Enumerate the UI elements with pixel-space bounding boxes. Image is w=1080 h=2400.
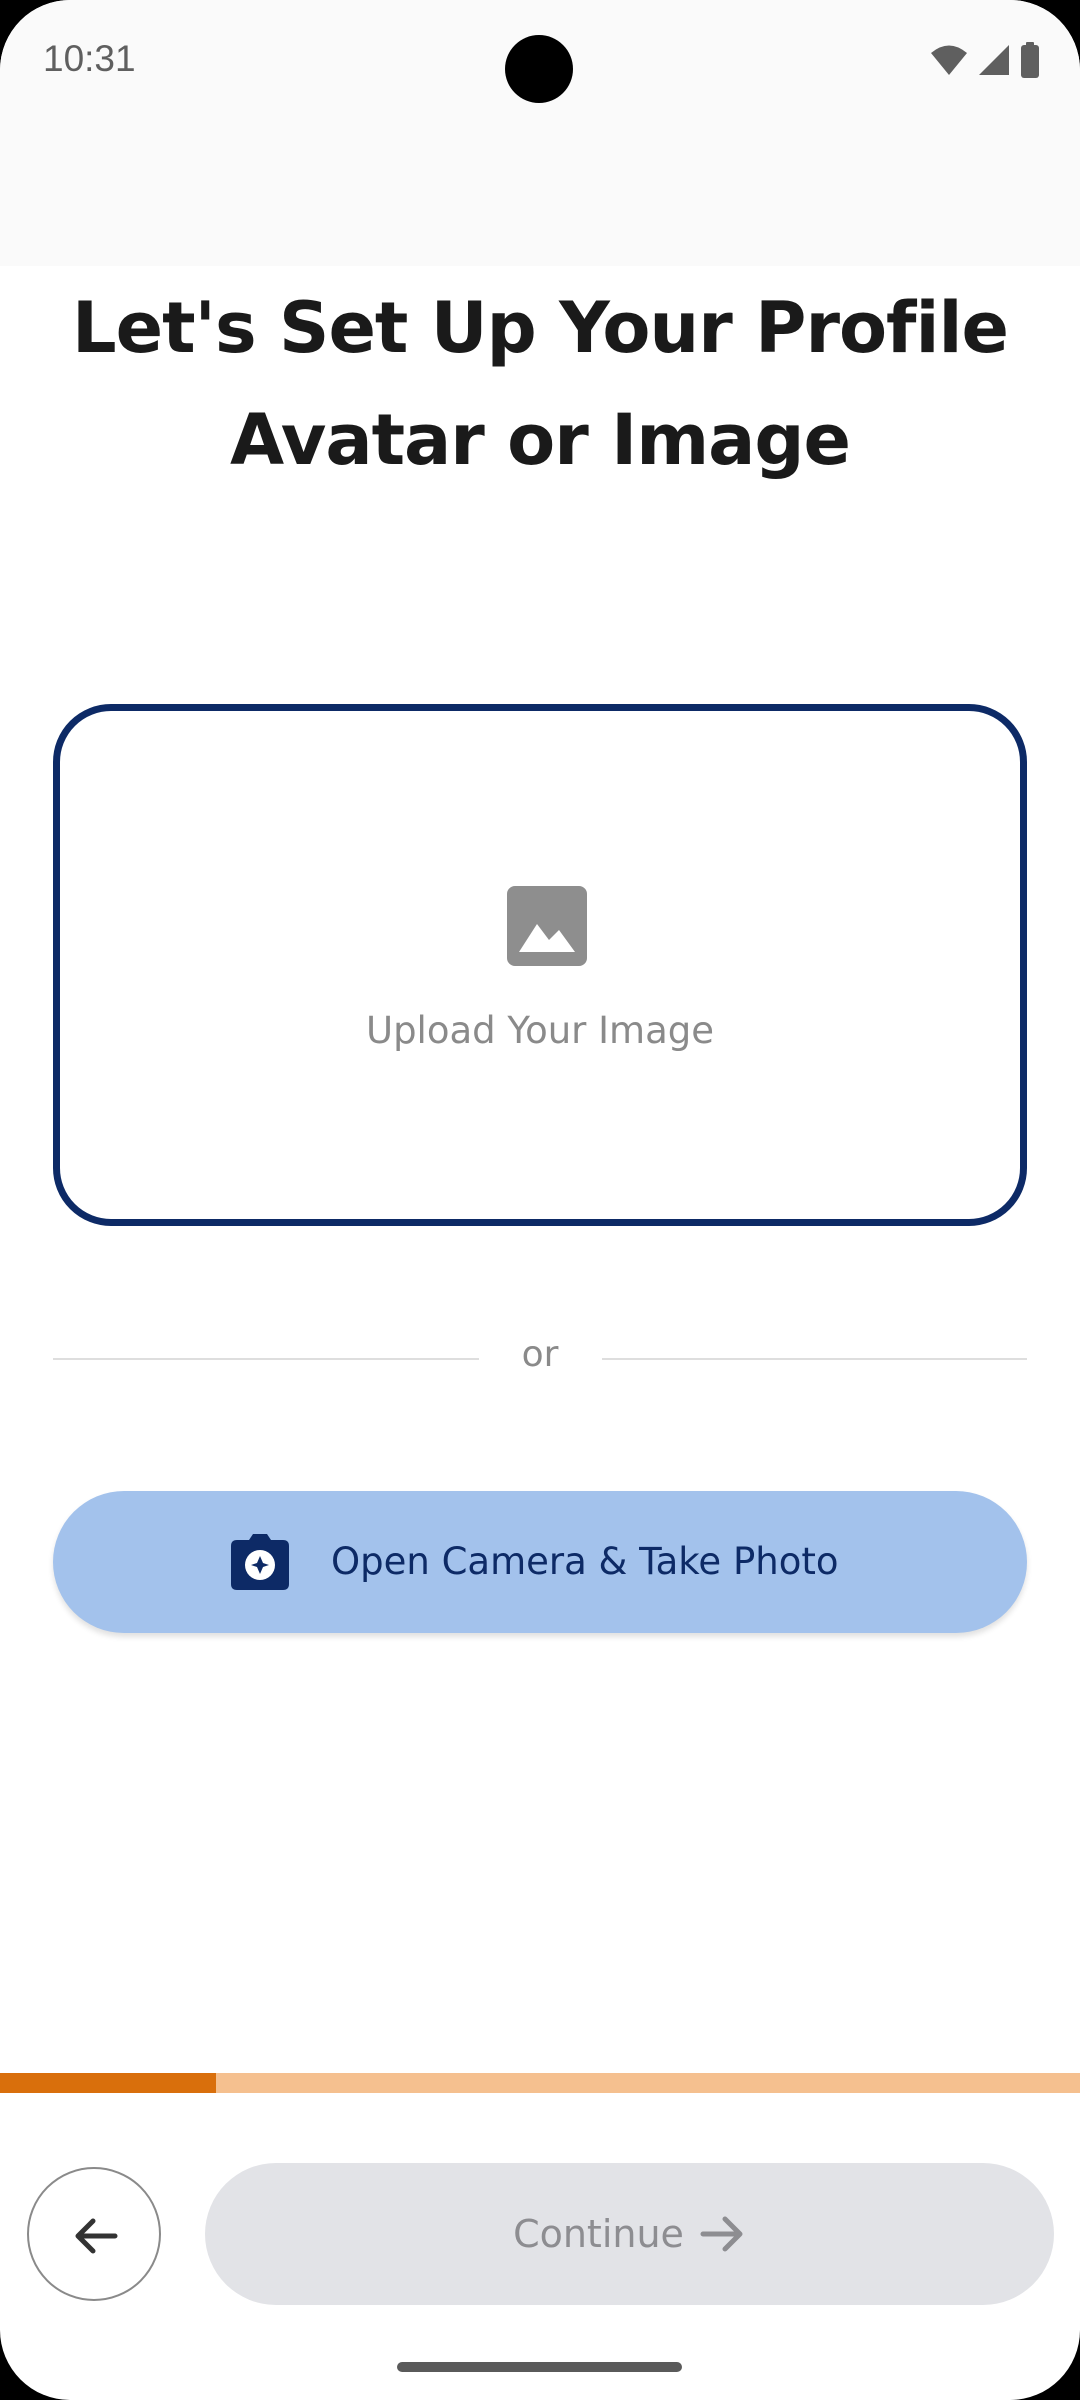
wifi-icon — [930, 44, 968, 76]
arrow-left-icon — [75, 2218, 118, 2254]
upload-label: Upload Your Image — [365, 1009, 715, 1052]
continue-label: Continue — [513, 2212, 684, 2256]
image-icon — [507, 886, 587, 966]
onboarding-progress-bar — [0, 2073, 1080, 2093]
upload-image-dropzone[interactable]: Upload Your Image — [53, 704, 1027, 1226]
arrow-right-icon — [698, 2210, 746, 2258]
front-camera-cutout — [505, 35, 573, 103]
divider-or-label: or — [521, 1334, 559, 1375]
cell-signal-icon — [978, 44, 1010, 76]
app-screen: 10:31 Let's Set Up Your Profile Avatar o… — [0, 0, 1080, 2400]
battery-icon — [1020, 42, 1040, 78]
divider-line-right — [602, 1358, 1027, 1360]
page-title: Let's Set Up Your Profile Avatar or Imag… — [72, 287, 1009, 481]
status-time: 10:31 — [43, 38, 136, 79]
open-camera-label: Open Camera & Take Photo — [331, 1540, 839, 1583]
divider-line-left — [53, 1358, 479, 1360]
home-indicator[interactable] — [397, 2362, 682, 2372]
status-icons — [930, 40, 1040, 80]
continue-button[interactable]: Continue — [205, 2163, 1054, 2305]
back-button[interactable] — [27, 2167, 161, 2301]
progress-fill — [0, 2073, 216, 2093]
camera-icon — [231, 1534, 289, 1590]
status-bar: 10:31 — [0, 0, 1080, 266]
open-camera-button[interactable]: Open Camera & Take Photo — [53, 1491, 1027, 1633]
